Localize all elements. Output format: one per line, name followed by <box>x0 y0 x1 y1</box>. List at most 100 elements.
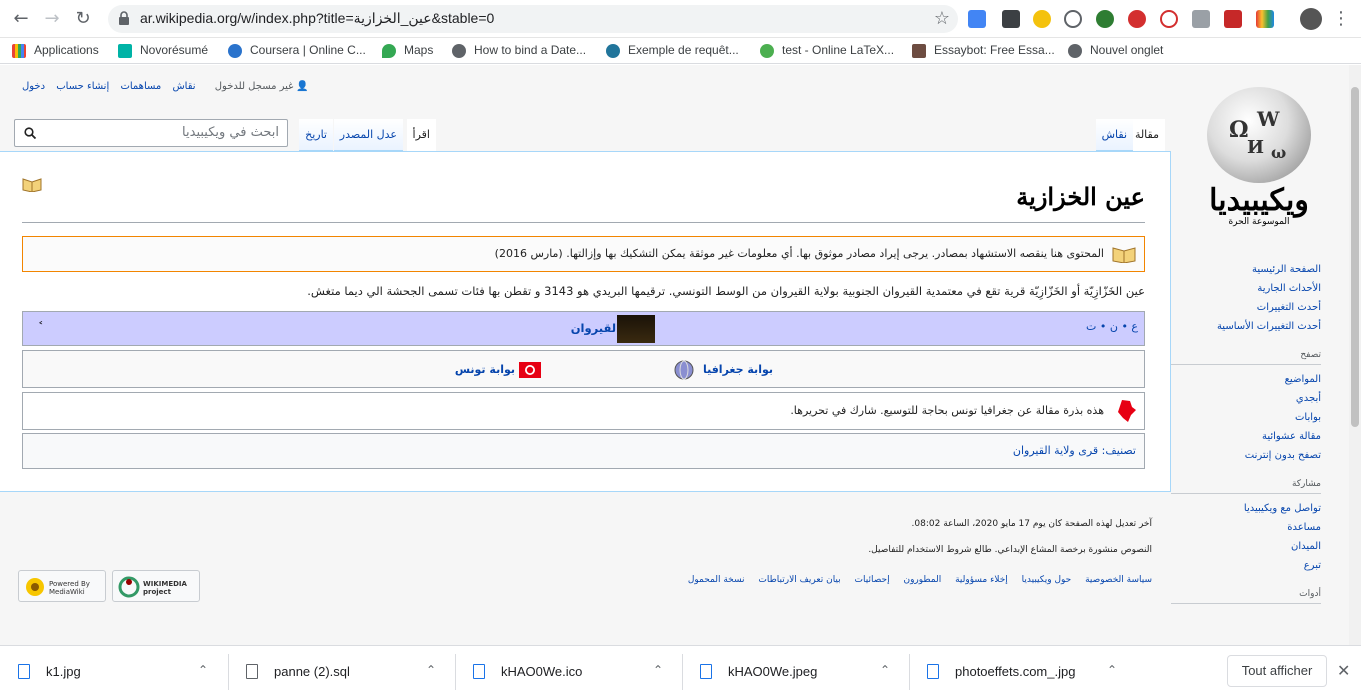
download-item[interactable]: kHAO0We.ico ⌃ <box>455 654 675 690</box>
chevron-up-icon[interactable]: ⌃ <box>653 663 663 677</box>
sidebar-item-topics[interactable]: المواضيع <box>1171 370 1321 389</box>
sidebar-item-main-page[interactable]: الصفحة الرئيسية <box>1171 260 1321 279</box>
tab-read[interactable]: اقرأ <box>406 119 436 151</box>
footer-link-statistics[interactable]: إحصائيات <box>855 575 890 585</box>
tunisia-map-icon <box>1118 400 1136 422</box>
sidebar-item-contact[interactable]: تواصل مع ويكيبيديا <box>1171 499 1321 518</box>
image-file-icon <box>473 664 485 679</box>
login-link[interactable]: دخول <box>22 81 45 92</box>
sidebar-heading-tools: أدوات <box>1171 589 1321 604</box>
translate-extension-icon[interactable] <box>968 10 986 28</box>
wikimedia-project-badge[interactable]: WIKIMEDIA project <box>112 570 200 602</box>
wikipedia-logo[interactable]: Ω W И ω ويكيبيديا الموسوعة الحرة <box>1199 87 1319 227</box>
profile-avatar[interactable] <box>1300 8 1322 30</box>
footer-license: النصوص منشورة برخصة المشاع الإبداعي. طال… <box>868 545 1152 555</box>
downloads-bar: k1.jpg ⌃ panne (2).sql ⌃ kHAO0We.ico ⌃ k… <box>0 645 1361 697</box>
tab-article[interactable]: مقالة <box>1128 119 1165 151</box>
bookmark-essaybot[interactable]: Essaybot: Free Essa... <box>912 43 1055 61</box>
navbox-toggle[interactable]: ˂ <box>38 320 44 333</box>
download-item[interactable]: panne (2).sql ⌃ <box>228 654 448 690</box>
image-file-icon <box>927 664 939 679</box>
bookmark-star-icon[interactable]: ☆ <box>934 8 950 29</box>
sidebar-item-help[interactable]: مساعدة <box>1171 518 1321 537</box>
logo-tagline: الموسوعة الحرة <box>1228 217 1290 227</box>
reload-icon[interactable]: ↻ <box>72 8 94 30</box>
tab-edit-source[interactable]: عدل المصدر <box>333 119 403 151</box>
namespace-tabs: مقالة نقاش <box>1095 119 1165 151</box>
category-link[interactable]: تصنيف: قرى ولاية القيروان <box>1013 444 1136 457</box>
footer-link-privacy[interactable]: سياسة الخصوصية <box>1085 575 1152 585</box>
footer-link-developers[interactable]: المطورون <box>903 575 941 585</box>
red-extension-icon[interactable] <box>1224 10 1242 28</box>
bookmark-new-tab[interactable]: Nouvel onglet <box>1068 43 1163 61</box>
show-all-downloads-button[interactable]: Tout afficher <box>1227 655 1327 687</box>
download-item[interactable]: kHAO0We.jpeg ⌃ <box>682 654 902 690</box>
wikipedia-globe-icon: Ω W И ω <box>1207 87 1311 183</box>
bookmark-coursera[interactable]: Coursera | Online C... <box>228 43 366 61</box>
navbox-vte-links[interactable]: ع • ن • ت <box>1086 320 1138 333</box>
tab-talk[interactable]: نقاش <box>1095 119 1133 151</box>
search-input[interactable]: ابحث في ويكيبيديا <box>14 119 288 147</box>
download-item[interactable]: photoeffets.com_.jpg ⌃ <box>909 654 1129 690</box>
tunisia-flag-icon <box>519 362 541 378</box>
chevron-up-icon[interactable]: ⌃ <box>426 663 436 677</box>
sidebar-item-village-pump[interactable]: الميدان <box>1171 537 1321 556</box>
sidebar-item-recent-changes[interactable]: أحدث التغييرات <box>1171 298 1321 317</box>
scrollbar-thumb[interactable] <box>1351 87 1359 427</box>
globe-icon <box>452 44 466 58</box>
sidebar-item-portals[interactable]: بوابات <box>1171 408 1321 427</box>
contribs-link[interactable]: مساهمات <box>120 81 161 92</box>
globe-extension-icon[interactable] <box>1096 10 1114 28</box>
search-icon[interactable] <box>24 127 36 139</box>
chevron-up-icon[interactable]: ⌃ <box>880 663 890 677</box>
bookmark-applications[interactable]: Applications <box>12 43 99 61</box>
portal-tunisia[interactable]: بوابة تونس <box>455 360 545 380</box>
lead-paragraph: عين الخَزّازِيّة أو الخَزّازِيّة قرية تق… <box>307 284 1145 298</box>
bookmark-novoresume[interactable]: Novorésumé <box>118 43 208 61</box>
sidebar-item-current-events[interactable]: الأحداث الجارية <box>1171 279 1321 298</box>
download-item[interactable]: k1.jpg ⌃ <box>0 654 220 690</box>
address-bar[interactable]: ar.wikipedia.org/w/index.php?title=عين_ا… <box>108 5 958 33</box>
talk-link[interactable]: نقاش <box>172 81 195 92</box>
sidebar-item-donate[interactable]: تبرع <box>1171 556 1321 575</box>
sun-extension-icon[interactable] <box>1033 10 1051 28</box>
shield-extension-icon[interactable] <box>1002 10 1020 28</box>
sidebar-item-random[interactable]: مقالة عشوائية <box>1171 427 1321 446</box>
block-extension-icon[interactable] <box>1160 10 1178 28</box>
chevron-up-icon[interactable]: ⌃ <box>1107 663 1117 677</box>
chevron-up-icon[interactable]: ⌃ <box>198 663 208 677</box>
bookmark-latex[interactable]: test - Online LaTeX... <box>760 43 894 61</box>
close-icon[interactable]: ✕ <box>1337 661 1350 680</box>
unreferenced-notice: المحتوى هنا ينقصه الاستشهاد بمصادر. يرجى… <box>22 236 1145 272</box>
open-book-icon <box>22 178 42 192</box>
create-account-link[interactable]: إنشاء حساب <box>56 81 109 92</box>
mediawiki-badge[interactable]: Powered By MediaWiki <box>18 570 106 602</box>
sidebar-item-alphabetical[interactable]: أبجدي <box>1171 389 1321 408</box>
globe-icon <box>674 360 694 380</box>
wikipedia-page: 👤غير مسجل للدخول نقاش مساهمات إنشاء حساب… <box>0 65 1349 645</box>
adblock-extension-icon[interactable] <box>1128 10 1146 28</box>
wordpress-icon <box>606 44 620 58</box>
sidebar-item-offline[interactable]: تصفح بدون إنترنت <box>1171 446 1321 465</box>
bookmark-maps[interactable]: Maps <box>382 43 433 61</box>
footer-links: سياسة الخصوصية حول ويكيبيديا إخلاء مسؤول… <box>677 575 1152 585</box>
footer-link-mobile[interactable]: نسخة المحمول <box>688 575 745 585</box>
sidebar-item-recent-core-changes[interactable]: أحدث التغييرات الأساسية <box>1171 317 1321 336</box>
tab-history[interactable]: تاريخ <box>299 119 333 151</box>
wikimedia-badge-text: WIKIMEDIA project <box>143 580 187 596</box>
portal-geography[interactable]: بوابة جغرافيا <box>673 360 773 380</box>
back-arrow-icon[interactable]: ← <box>10 8 32 30</box>
bookmark-bind-date[interactable]: How to bind a Date... <box>452 43 586 61</box>
footer-link-disclaimer[interactable]: إخلاء مسؤولية <box>955 575 1008 585</box>
circle-extension-icon[interactable] <box>1064 10 1082 28</box>
color-extension-icon[interactable] <box>1256 10 1274 28</box>
menu-dots-icon[interactable]: ⋮ <box>1330 8 1352 30</box>
forward-arrow-icon[interactable]: → <box>41 8 63 30</box>
page-scrollbar[interactable] <box>1349 65 1361 645</box>
footer-link-cookies[interactable]: بيان تعريف الارتباطات <box>758 575 840 585</box>
v-extension-icon[interactable] <box>1192 10 1210 28</box>
coursera-icon <box>228 44 242 58</box>
image-file-icon <box>700 664 712 679</box>
footer-link-about[interactable]: حول ويكيبيديا <box>1022 575 1072 585</box>
bookmark-requete[interactable]: Exemple de requêt... <box>606 43 739 61</box>
